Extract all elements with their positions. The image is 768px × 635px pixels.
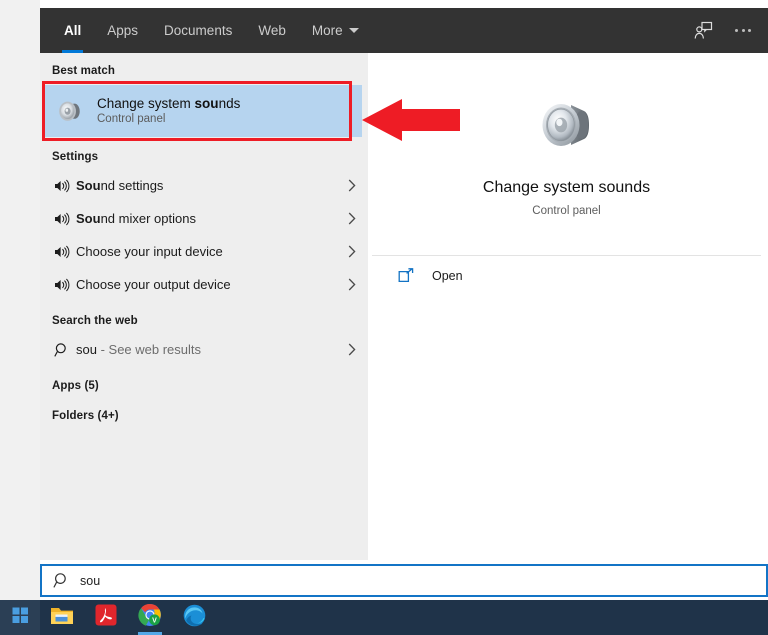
chevron-right-icon[interactable] — [342, 179, 356, 192]
speaker-icon — [54, 212, 76, 226]
setting-label: Choose your output device — [76, 277, 231, 292]
web-result-label: sou - See web results — [76, 342, 202, 357]
preview-title: Change system sounds — [482, 179, 651, 196]
filter-tabs: All Apps Documents Web More — [51, 8, 372, 53]
tab-apps[interactable]: Apps — [94, 8, 151, 53]
windows-logo-icon — [12, 607, 29, 629]
chrome-icon: V — [138, 603, 162, 632]
feedback-person-icon[interactable] — [686, 14, 720, 48]
result-change-system-sounds[interactable]: Change system sounds Control panel — [44, 85, 362, 137]
best-match-heading: Best match — [52, 65, 115, 77]
folders-heading[interactable]: Folders (4+) — [40, 398, 368, 428]
preview-subtitle: Control panel — [532, 205, 601, 217]
start-button[interactable] — [0, 600, 40, 635]
setting-choose-output-device[interactable]: Choose your output device — [40, 268, 368, 301]
screen: All Apps Documents Web More Best match C… — [0, 0, 768, 635]
search-input-value: sou — [80, 573, 101, 588]
setting-choose-input-device[interactable]: Choose your input device — [40, 235, 368, 268]
best-match-title-match: sou — [194, 96, 219, 112]
tab-more-label: More — [311, 23, 343, 38]
setting-label: Sound mixer options — [76, 211, 196, 226]
chevron-right-icon[interactable] — [342, 343, 356, 356]
setting-label: Sound settings — [76, 178, 164, 193]
search-input[interactable]: sou — [40, 564, 768, 597]
header-actions — [686, 8, 760, 53]
search-icon — [54, 342, 76, 358]
tab-web-label: Web — [258, 23, 286, 38]
settings-heading: Settings — [52, 151, 99, 163]
taskbar-file-explorer[interactable] — [40, 600, 84, 635]
action-open-label: Open — [432, 269, 463, 283]
speaker-icon — [54, 278, 76, 292]
best-match-title-prefix: Change system — [97, 96, 195, 112]
action-open[interactable]: Open — [372, 256, 761, 296]
best-match-text: Change system sounds Control panel — [97, 96, 240, 126]
taskbar-google-chrome[interactable]: V — [128, 600, 172, 635]
tab-all[interactable]: All — [51, 8, 94, 53]
best-match-title-suffix: nds — [218, 96, 241, 112]
speaker-icon — [54, 245, 76, 259]
apps-heading[interactable]: Apps (5) — [40, 366, 368, 398]
setting-sound-settings[interactable]: Sound settings — [40, 169, 368, 202]
preview-pane: Change system sounds Control panel Open — [372, 53, 761, 560]
chevron-right-icon[interactable] — [342, 278, 356, 291]
results-list: Best match Change system sounds Control … — [40, 53, 368, 560]
search-web-heading: Search the web — [52, 315, 138, 327]
speaker-icon — [54, 179, 76, 193]
web-result-sou[interactable]: sou - See web results — [40, 333, 368, 366]
taskbar: V — [0, 600, 768, 635]
preview-hero: Change system sounds Control panel — [372, 53, 761, 232]
tab-apps-label: Apps — [107, 23, 139, 38]
tab-documents[interactable]: Documents — [151, 8, 245, 53]
acrobat-icon — [95, 604, 117, 631]
setting-label: Choose your input device — [76, 244, 223, 259]
taskbar-microsoft-edge[interactable] — [172, 600, 216, 635]
chevron-right-icon[interactable] — [342, 212, 356, 225]
tab-web[interactable]: Web — [245, 8, 299, 53]
search-header: All Apps Documents Web More — [40, 8, 768, 53]
best-match-container: Change system sounds Control panel — [42, 81, 362, 141]
tab-more[interactable]: More — [299, 8, 372, 53]
setting-sound-mixer-options[interactable]: Sound mixer options — [40, 202, 368, 235]
desktop-backdrop — [0, 0, 40, 600]
speaker-icon — [54, 95, 86, 127]
folder-icon — [50, 604, 74, 631]
open-external-icon — [396, 266, 416, 286]
chevron-down-icon — [348, 28, 359, 33]
taskbar-adobe-acrobat[interactable] — [84, 600, 128, 635]
best-match-title: Change system sounds — [97, 96, 240, 112]
tab-all-label: All — [64, 23, 82, 38]
best-match-subtitle: Control panel — [97, 112, 166, 125]
tab-documents-label: Documents — [164, 23, 233, 38]
search-icon — [42, 572, 80, 589]
chevron-right-icon[interactable] — [342, 245, 356, 258]
more-options-icon[interactable] — [726, 14, 760, 48]
search-flyout: All Apps Documents Web More Best match C… — [40, 8, 768, 560]
edge-icon — [183, 604, 206, 632]
speaker-large-icon — [535, 93, 599, 157]
svg-text:V: V — [152, 617, 157, 624]
